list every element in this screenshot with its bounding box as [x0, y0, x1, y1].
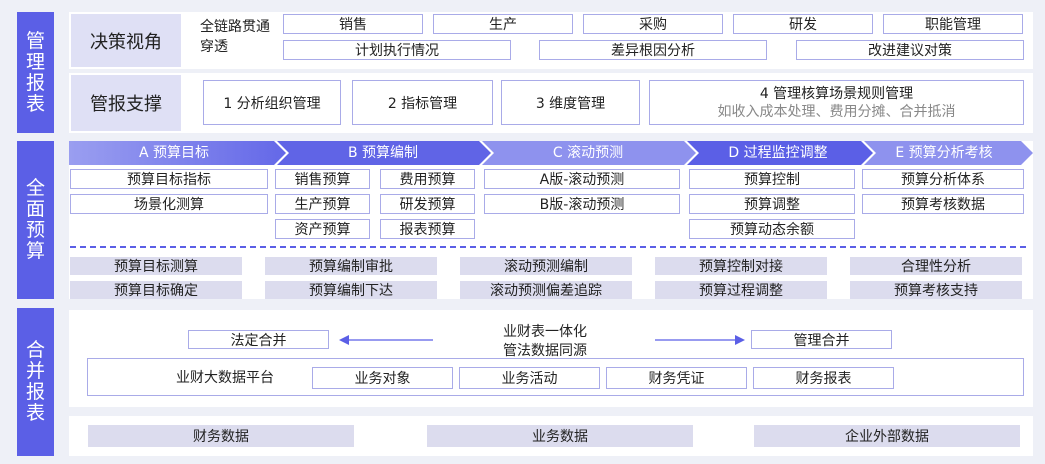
support-item-3: 4 管理核算场景规则管理 如收入成本处理、费用分摊、合并抵消	[649, 80, 1024, 125]
budget-a-1: 场景化测算	[70, 194, 268, 214]
support-item-3-title: 4 管理核算场景规则管理	[759, 85, 914, 102]
decision-row1-1: 生产	[433, 14, 573, 34]
support-item-1: 2 指标管理	[352, 80, 493, 125]
consol-legal: 法定合并	[188, 330, 329, 349]
section-label-budget-text: 全面预算	[25, 177, 45, 262]
consol-item-3: 财务报表	[753, 367, 894, 389]
consol-item-0: 业务对象	[312, 367, 453, 389]
budget-support-row1-0: 预算目标测算	[70, 257, 242, 275]
budget-c-0: A版-滚动预测	[484, 169, 680, 189]
consol-mgmt: 管理合并	[751, 330, 892, 349]
consol-left-arrow	[339, 335, 433, 345]
budget-a-0: 预算目标指标	[70, 169, 268, 189]
decision-title: 决策视角	[71, 14, 181, 67]
decision-row1-2: 采购	[583, 14, 723, 34]
budget-b-left-0: 销售预算	[275, 169, 370, 189]
budget-support-row1-4: 合理性分析	[850, 257, 1022, 275]
budget-b-right-2: 报表预算	[380, 219, 475, 239]
budget-c-1: B版-滚动预测	[484, 194, 680, 214]
decision-row2-0: 计划执行情况	[283, 40, 511, 60]
budget-support-row1-1: 预算编制审批	[265, 257, 437, 275]
budget-e-1: 预算考核数据	[862, 194, 1024, 214]
decision-chain-label: 全链路贯通穿透	[200, 19, 270, 55]
budget-stage-d: D 过程监控调整	[728, 145, 828, 161]
budget-support-row2-3: 预算过程调整	[655, 281, 827, 299]
consol-right-arrow	[655, 335, 745, 345]
budget-stage-a: A 预算目标	[138, 145, 210, 161]
budget-support-row1-2: 滚动预测编制	[460, 257, 632, 275]
consol-platform-label: 业财大数据平台	[176, 370, 274, 386]
section-label-consol-text: 合并报表	[25, 339, 45, 424]
budget-e-0: 预算分析体系	[862, 169, 1024, 189]
section-label-mgmt-text: 管理报表	[25, 29, 45, 115]
budget-d-2: 预算动态余额	[689, 219, 855, 239]
budget-d-0: 预算控制	[689, 169, 855, 189]
budget-divider	[70, 246, 1026, 248]
budget-stage-e: E 预算分析考核	[895, 145, 993, 161]
budget-b-left-2: 资产预算	[275, 219, 370, 239]
data-item-0: 财务数据	[88, 425, 354, 447]
support-item-3-subtitle: 如收入成本处理、费用分摊、合并抵消	[717, 103, 956, 120]
data-item-2: 企业外部数据	[754, 425, 1020, 447]
decision-row2-2: 改进建议对策	[796, 40, 1024, 60]
consol-item-1: 业务活动	[459, 367, 600, 389]
decision-row1-0: 销售	[283, 14, 423, 34]
section-label-mgmt: 管理报表	[17, 12, 54, 133]
budget-d-1: 预算调整	[689, 194, 855, 214]
budget-support-row2-4: 预算考核支持	[850, 281, 1022, 299]
consol-center-line1: 业财表一体化	[503, 324, 587, 340]
budget-support-row2-0: 预算目标确定	[70, 281, 242, 299]
budget-support-row2-1: 预算编制下达	[265, 281, 437, 299]
data-item-1: 业务数据	[427, 425, 693, 447]
support-item-2: 3 维度管理	[501, 80, 640, 125]
support-item-0: 1 分析组织管理	[203, 80, 341, 125]
consol-item-2: 财务凭证	[606, 367, 747, 389]
budget-b-left-1: 生产预算	[275, 194, 370, 214]
decision-row1-4: 职能管理	[883, 14, 1023, 34]
section-label-consol: 合并报表	[17, 308, 54, 456]
budget-stage-c: C 滚动预测	[552, 145, 624, 161]
support-title: 管报支撑	[71, 75, 181, 131]
budget-b-right-1: 研发预算	[380, 194, 475, 214]
budget-b-right-0: 费用预算	[380, 169, 475, 189]
decision-row2-1: 差异根因分析	[539, 40, 767, 60]
section-label-budget: 全面预算	[17, 141, 54, 299]
budget-support-row1-3: 预算控制对接	[655, 257, 827, 275]
budget-support-row2-2: 滚动预测偏差追踪	[460, 281, 632, 299]
budget-stage-b: B 预算编制	[347, 145, 419, 161]
decision-row1-3: 研发	[733, 14, 873, 34]
